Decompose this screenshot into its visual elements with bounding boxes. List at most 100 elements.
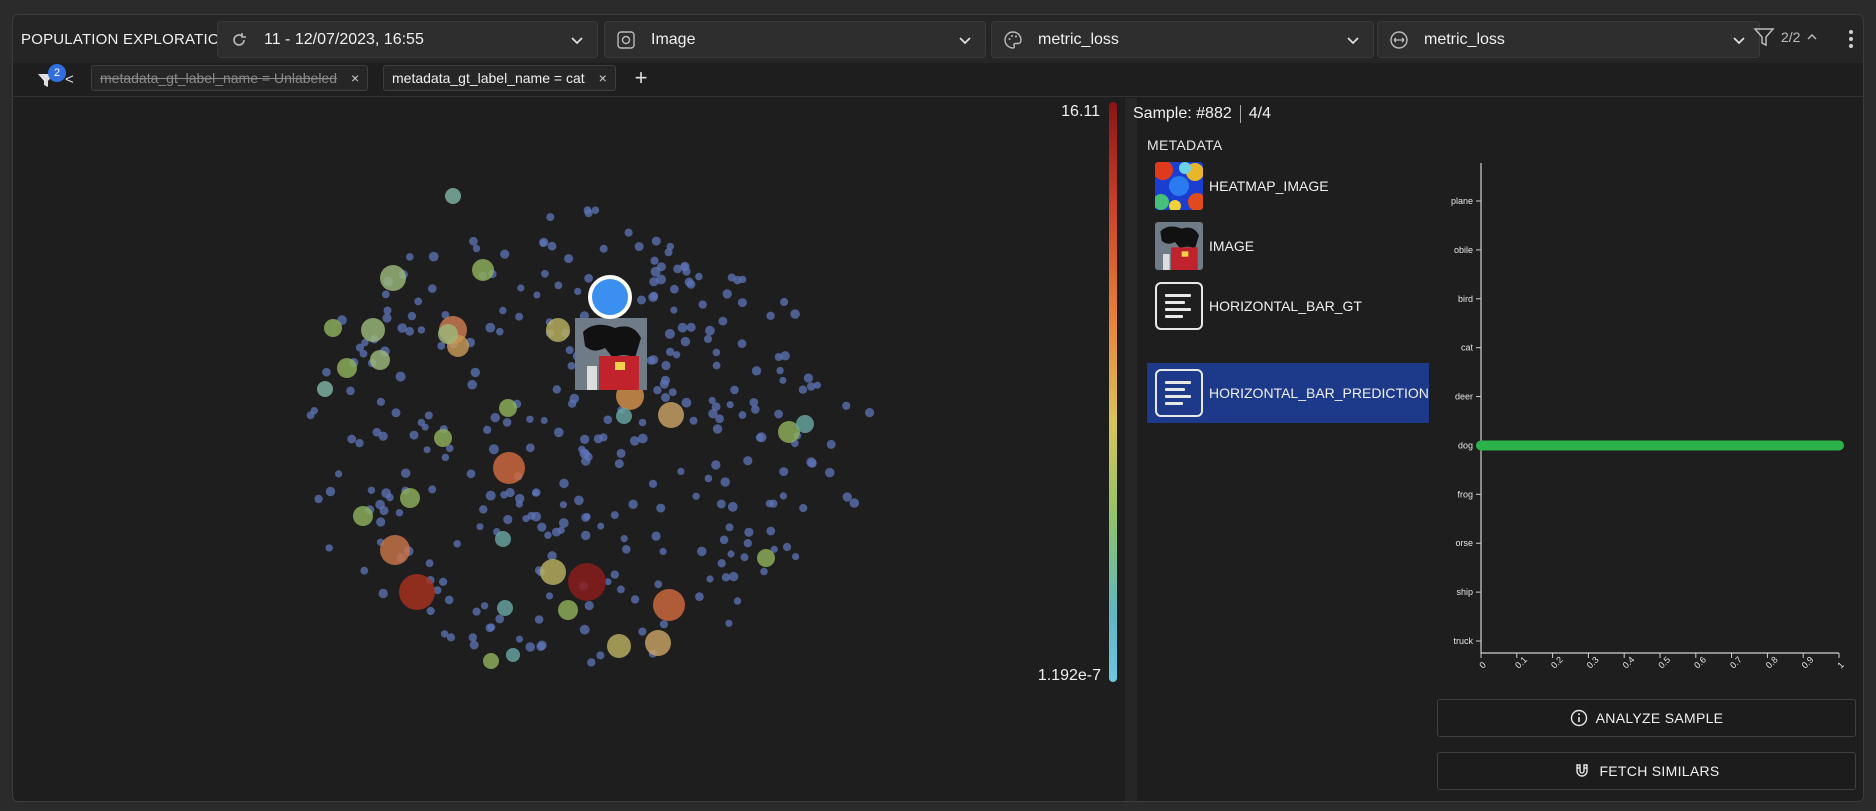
scatter-point-highlighted[interactable] — [558, 600, 578, 620]
scatter-point[interactable] — [597, 522, 605, 530]
scatter-point[interactable] — [378, 588, 388, 599]
scatter-point[interactable] — [733, 275, 742, 285]
scatter-point-highlighted[interactable] — [353, 506, 373, 526]
scatter-point[interactable] — [591, 206, 600, 214]
scatter-point[interactable] — [706, 575, 714, 583]
scatter-point[interactable] — [406, 253, 414, 261]
scatter-point[interactable] — [650, 256, 659, 265]
scatter-point[interactable] — [697, 546, 707, 557]
scatter-point[interactable] — [580, 434, 590, 444]
scatter-point-highlighted[interactable] — [653, 589, 685, 621]
scatter-point-highlighted[interactable] — [645, 630, 671, 656]
metadata-item-horizontal-bar-gt[interactable]: HORIZONTAL_BAR_GT — [1147, 281, 1429, 331]
scatter-point[interactable] — [656, 262, 666, 272]
scatter-point[interactable] — [670, 284, 679, 294]
scatter-point[interactable] — [395, 371, 406, 382]
scatter-point[interactable] — [653, 386, 662, 395]
scatter-point[interactable] — [565, 346, 574, 355]
scatter-point[interactable] — [440, 630, 449, 638]
scatter-point[interactable] — [545, 592, 554, 600]
scatter-point[interactable] — [472, 607, 481, 616]
scatter-point[interactable] — [567, 362, 576, 370]
scatter-point[interactable] — [630, 595, 640, 604]
scatter-point[interactable] — [314, 494, 323, 504]
scatter-point-highlighted[interactable] — [370, 350, 390, 370]
scatter-point[interactable] — [779, 492, 788, 500]
more-options-icon[interactable] — [1841, 28, 1861, 50]
color-selector[interactable]: metric_loss — [991, 21, 1374, 58]
scatter-point[interactable] — [826, 439, 836, 449]
scatter-point[interactable] — [372, 427, 382, 437]
scatter-point[interactable] — [610, 570, 619, 579]
scatter-point[interactable] — [335, 470, 343, 478]
scatter-point[interactable] — [516, 635, 523, 643]
scatter-point[interactable] — [664, 328, 675, 339]
scatter-point[interactable] — [490, 412, 500, 423]
scatter-point[interactable] — [728, 571, 739, 582]
scatter-point[interactable] — [581, 530, 591, 541]
scatter-point[interactable] — [725, 523, 734, 532]
scatter-point-highlighted[interactable] — [438, 324, 458, 344]
scatter-point[interactable] — [444, 595, 454, 605]
scatter-point[interactable] — [792, 553, 800, 561]
scatter-point[interactable] — [865, 408, 875, 418]
scatter-point[interactable] — [526, 415, 534, 423]
scatter-point[interactable] — [453, 540, 462, 548]
scatter-point-highlighted[interactable] — [493, 452, 525, 484]
scatter-point[interactable] — [849, 498, 860, 508]
scatter-point[interactable] — [584, 209, 593, 218]
scatter-point[interactable] — [720, 477, 730, 487]
scatter-point[interactable] — [383, 306, 392, 315]
close-icon[interactable]: × — [599, 70, 607, 86]
scatter-point[interactable] — [584, 452, 593, 462]
scatter-point[interactable] — [325, 486, 336, 497]
scatter-point[interactable] — [737, 339, 747, 348]
metadata-item-heatmap-image[interactable]: HEATMAP_IMAGE — [1147, 161, 1429, 211]
scatter-point[interactable] — [799, 504, 808, 513]
scatter-point[interactable] — [515, 312, 524, 321]
scatter-point[interactable] — [559, 501, 568, 509]
scatter-point[interactable] — [638, 627, 647, 636]
scatter-point[interactable] — [539, 239, 547, 247]
scatter-point[interactable] — [428, 284, 437, 293]
scatter-point-highlighted[interactable] — [380, 265, 406, 291]
scatter-point-highlighted[interactable] — [495, 531, 511, 547]
visualization-selector[interactable]: Image — [604, 21, 986, 58]
scatter-point[interactable] — [395, 509, 404, 517]
scatter-point[interactable] — [423, 446, 431, 454]
scatter-point[interactable] — [737, 298, 747, 308]
scatter-point[interactable] — [376, 397, 385, 406]
scatter-point[interactable] — [744, 527, 754, 537]
scatter-point[interactable] — [499, 306, 507, 315]
scatter-point[interactable] — [738, 411, 747, 419]
scatter-point[interactable] — [467, 379, 478, 390]
scatter-point[interactable] — [680, 336, 691, 347]
scatter-point[interactable] — [695, 592, 704, 602]
scatter-point-highlighted[interactable] — [324, 319, 342, 337]
scatter-point[interactable] — [712, 348, 721, 357]
scatter-point[interactable] — [409, 430, 419, 440]
scatter-point[interactable] — [712, 424, 723, 434]
add-filter-button[interactable]: + — [629, 65, 653, 91]
sample-thumbnail[interactable] — [575, 318, 647, 390]
scatter-point[interactable] — [782, 542, 792, 552]
scatter-point[interactable] — [552, 385, 561, 394]
scatter-point[interactable] — [479, 505, 488, 514]
scatter-point[interactable] — [599, 244, 608, 253]
scatter-point-highlighted[interactable] — [380, 535, 410, 565]
scatter-point[interactable] — [651, 236, 661, 246]
scatter-point[interactable] — [740, 553, 749, 562]
scatter-point[interactable] — [617, 585, 625, 594]
scatter-point[interactable] — [485, 490, 496, 501]
scatter-point[interactable] — [567, 399, 577, 408]
scatter-point-highlighted[interactable] — [497, 600, 513, 616]
scatter-point[interactable] — [503, 514, 513, 525]
scatter-point[interactable] — [686, 280, 696, 289]
scatter-point[interactable] — [554, 281, 563, 290]
scatter-point[interactable] — [703, 334, 713, 344]
scatter-point[interactable] — [532, 488, 541, 497]
scatter-point[interactable] — [534, 615, 544, 624]
scatter-point[interactable] — [496, 327, 504, 336]
scatter-point[interactable] — [483, 425, 492, 434]
scatter-point[interactable] — [722, 289, 732, 299]
